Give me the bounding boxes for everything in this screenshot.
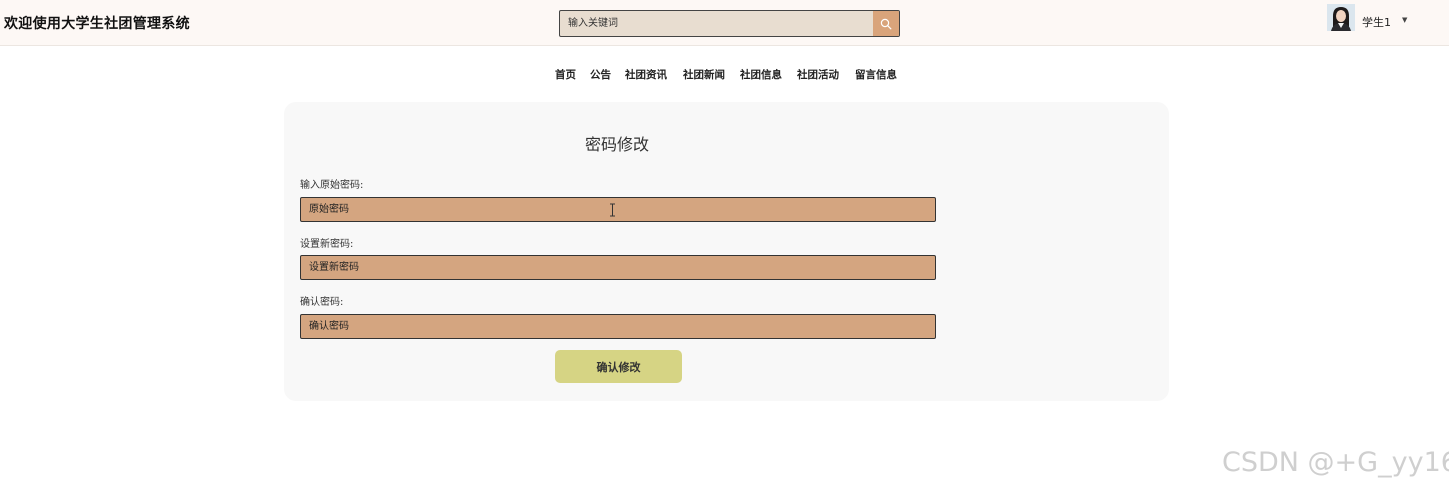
new-password-field[interactable] [300, 255, 936, 280]
search-box [559, 10, 900, 37]
page-title: 密码修改 [585, 135, 650, 154]
password-change-panel [284, 102, 1169, 401]
old-password-label: 输入原始密码: [300, 180, 364, 191]
old-password-field[interactable] [300, 197, 936, 222]
confirm-password-field[interactable] [300, 314, 936, 339]
nav-item-club-news[interactable]: 社团新闻 [683, 67, 725, 82]
main-nav: 首页 公告 社团资讯 社团新闻 社团信息 社团活动 留言信息 [0, 67, 1449, 81]
confirm-change-button[interactable]: 确认修改 [555, 350, 682, 383]
nav-item-home[interactable]: 首页 [555, 67, 576, 82]
nav-item-messages[interactable]: 留言信息 [855, 67, 897, 82]
confirm-password-label: 确认密码: [300, 297, 344, 308]
text-cursor-icon [610, 203, 615, 217]
nav-item-notice[interactable]: 公告 [590, 67, 611, 82]
search-icon [880, 18, 892, 29]
user-avatar[interactable] [1327, 4, 1355, 31]
site-title: 欢迎使用大学生社团管理系统 [4, 16, 190, 32]
search-input[interactable] [560, 11, 874, 36]
watermark: CSDN @+G_yy163 [1222, 447, 1449, 478]
search-button[interactable] [873, 11, 899, 36]
top-header: 欢迎使用大学生社团管理系统 学生1 ▼ [0, 0, 1449, 46]
user-name[interactable]: 学生1 [1362, 14, 1391, 30]
avatar-image [1327, 4, 1355, 31]
nav-item-club-info-news[interactable]: 社团资讯 [625, 67, 667, 82]
new-password-label: 设置新密码: [300, 239, 354, 250]
nav-item-club-information[interactable]: 社团信息 [740, 67, 782, 82]
nav-item-club-activities[interactable]: 社团活动 [797, 67, 839, 82]
caret-down-icon[interactable]: ▼ [1402, 16, 1407, 24]
